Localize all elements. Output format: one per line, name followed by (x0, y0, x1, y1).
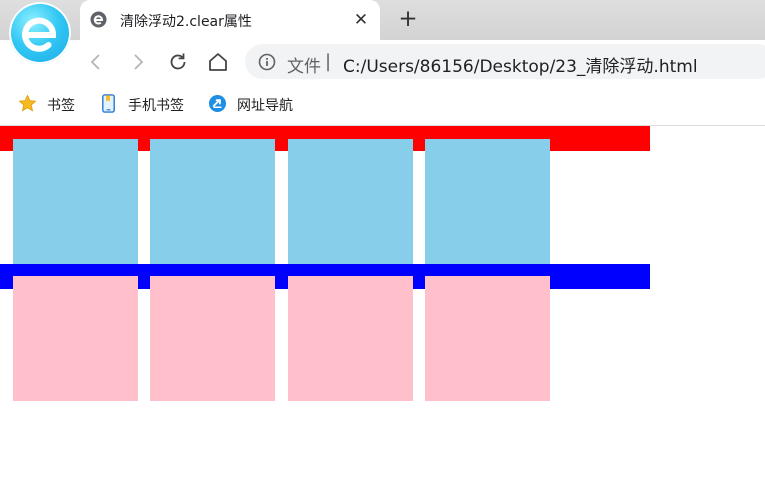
ie-e-icon (90, 11, 107, 28)
first-float-box (150, 139, 275, 264)
second-float-box (150, 276, 275, 401)
browser-window: 清除浮动2.clear属性 ✕ + 文件 | C:/Users/86156/De… (0, 0, 765, 479)
forward-arrow-icon[interactable] (126, 50, 150, 74)
new-tab-button[interactable]: + (397, 8, 419, 31)
bookmark-label: 书签 (47, 98, 75, 114)
back-arrow-icon[interactable] (84, 50, 108, 74)
close-tab-icon[interactable]: ✕ (351, 10, 371, 30)
tab-title: 清除浮动2.clear属性 (120, 14, 252, 30)
address-bar[interactable]: 文件 | C:/Users/86156/Desktop/23_清除浮动.html (245, 44, 765, 79)
navigation-icon (208, 94, 227, 113)
first-float-box (288, 139, 413, 264)
tab-active[interactable]: 清除浮动2.clear属性 ✕ (80, 0, 380, 40)
browser-logo-icon[interactable] (9, 2, 71, 64)
toolbar: 文件 | C:/Users/86156/Desktop/23_清除浮动.html (0, 40, 765, 86)
phone-bookmark-icon (102, 94, 115, 113)
tab-strip: 清除浮动2.clear属性 ✕ + (0, 0, 765, 40)
bookmark-label: 手机书签 (128, 98, 184, 114)
page-viewport (0, 126, 765, 479)
bookmark-label: 网址导航 (237, 98, 293, 114)
scheme-label: 文件 (287, 57, 321, 77)
bookmarks-bar: 书签 手机书签 网址导航 (0, 86, 765, 126)
info-icon[interactable] (258, 53, 276, 71)
first-float-box (425, 139, 550, 264)
home-icon[interactable] (206, 50, 230, 74)
url-text[interactable]: C:/Users/86156/Desktop/23_清除浮动.html (343, 52, 698, 77)
first-float-box (13, 139, 138, 264)
second-float-box (13, 276, 138, 401)
star-icon (18, 94, 37, 112)
omnibox-separator: | (325, 51, 332, 72)
second-float-box (288, 276, 413, 401)
reload-icon[interactable] (166, 50, 190, 74)
second-float-box (425, 276, 550, 401)
